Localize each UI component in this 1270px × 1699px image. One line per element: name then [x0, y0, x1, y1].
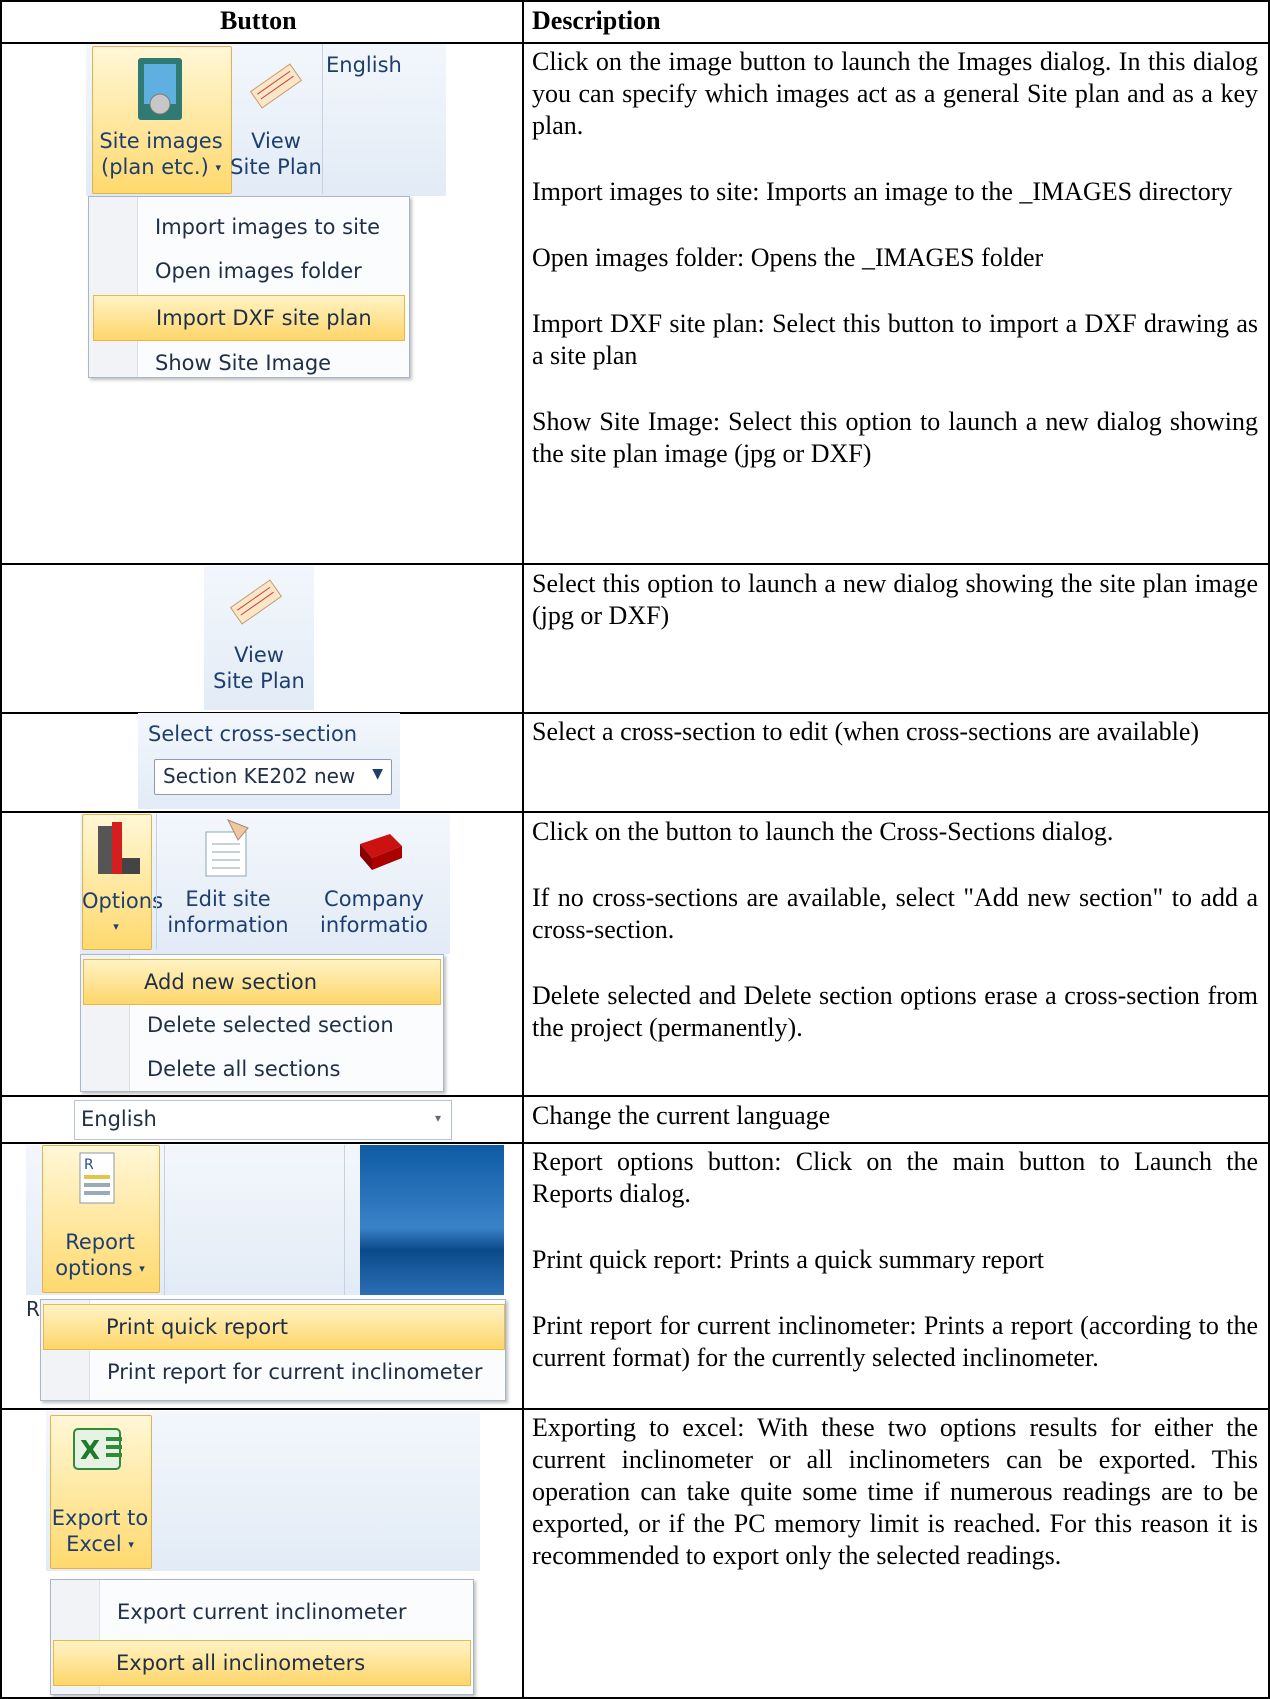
menu-add-new-section[interactable]: Add new section: [83, 959, 441, 1005]
row-divider: [0, 1095, 1270, 1097]
row-divider: [0, 1142, 1270, 1144]
column-divider: [522, 0, 524, 1699]
options-label: Options ▾: [82, 889, 164, 933]
menu-open-images-folder[interactable]: Open images folder: [89, 249, 409, 293]
row2-screenshot: View Site Plan: [204, 566, 314, 710]
export-menu: Export current inclinometer Export all i…: [50, 1579, 474, 1695]
row7-description: Exporting to excel: With these two optio…: [532, 1413, 1258, 1570]
header-button: Button: [220, 6, 297, 35]
report-options-label: Report options ▾: [55, 1230, 145, 1280]
menu-delete-all-sections[interactable]: Delete all sections: [81, 1047, 443, 1091]
view-site-plan-button[interactable]: View Site Plan: [204, 642, 314, 694]
chevron-down-icon: ▾: [434, 1111, 441, 1125]
row3-description: Select a cross-section to edit (when cro…: [532, 717, 1200, 746]
cross-section-dropdown[interactable]: Section KE202 new ▼: [154, 759, 392, 795]
view-site-plan-button[interactable]: View Site Plan: [230, 128, 322, 180]
company-icon: [360, 834, 402, 870]
select-cross-section-caption: Select cross-section: [148, 722, 358, 746]
row2-description: Select this option to launch a new dialo…: [532, 569, 1258, 630]
menu-delete-selected-section[interactable]: Delete selected section: [81, 1003, 443, 1047]
row4-description: Click on the button to launch the Cross-…: [532, 817, 1258, 1042]
row3-screenshot: Select cross-section Section KE202 new ▼: [138, 713, 400, 809]
excel-icon: X: [73, 1428, 122, 1470]
menu-export-all[interactable]: Export all inclinometers: [53, 1640, 471, 1686]
menu-print-quick-report[interactable]: Print quick report: [43, 1304, 505, 1350]
site-images-icon: [138, 58, 182, 120]
site-plan-icon: [249, 63, 303, 109]
company-info-button[interactable]: Company informatio: [298, 886, 450, 938]
options-icon: [98, 822, 140, 874]
chevron-down-icon: ▼: [372, 766, 383, 782]
table-border: [0, 0, 1270, 2]
language-button[interactable]: English: [326, 52, 406, 78]
options-menu: Add new section Delete selected section …: [80, 954, 444, 1092]
menu-export-current[interactable]: Export current inclinometer: [51, 1590, 473, 1634]
site-images-label: Site images (plan etc.) ▾: [99, 129, 223, 179]
site-plan-icon: [229, 579, 283, 625]
row-divider: [0, 563, 1270, 565]
svg-text:R: R: [84, 1157, 94, 1173]
menu-show-site-image[interactable]: Show Site Image: [89, 341, 409, 385]
row6-screenshot: R Report options ▾ Re Print quick report…: [26, 1145, 506, 1405]
report-icon: R: [79, 1152, 115, 1204]
row5-screenshot: English ▾: [74, 1098, 452, 1140]
menu-import-images[interactable]: Import images to site: [89, 205, 409, 249]
edit-site-icon: [205, 819, 249, 877]
row-divider: [0, 1408, 1270, 1410]
language-dropdown[interactable]: English ▾: [74, 1100, 452, 1140]
row6-description: Report options button: Click on the main…: [532, 1147, 1258, 1372]
menu-import-dxf[interactable]: Import DXF site plan: [93, 295, 405, 341]
svg-text:X: X: [80, 1436, 100, 1466]
row1-description: Click on the image button to launch the …: [532, 47, 1258, 468]
row-divider: [0, 811, 1270, 813]
site-images-menu: Import images to site Open images folder…: [88, 196, 410, 378]
export-excel-label: Export to Excel ▾: [51, 1506, 149, 1556]
header-description: Description: [532, 6, 661, 35]
row4-screenshot: Options ▾ Edit site information Company …: [80, 814, 450, 1094]
report-menu: Print quick report Print report for curr…: [40, 1299, 506, 1401]
row7-screenshot: X Export to Excel ▾ Export current incli…: [46, 1411, 480, 1696]
edit-site-button[interactable]: Edit site information: [158, 886, 298, 938]
row1-screenshot: Site images (plan etc.) ▾ View Site Plan…: [86, 44, 446, 384]
menu-print-report-current[interactable]: Print report for current inclinometer: [41, 1350, 505, 1394]
document-table: Button Description Site images (plan etc…: [0, 0, 1270, 1699]
table-border: [0, 0, 2, 1699]
row5-description: Change the current language: [532, 1101, 831, 1130]
